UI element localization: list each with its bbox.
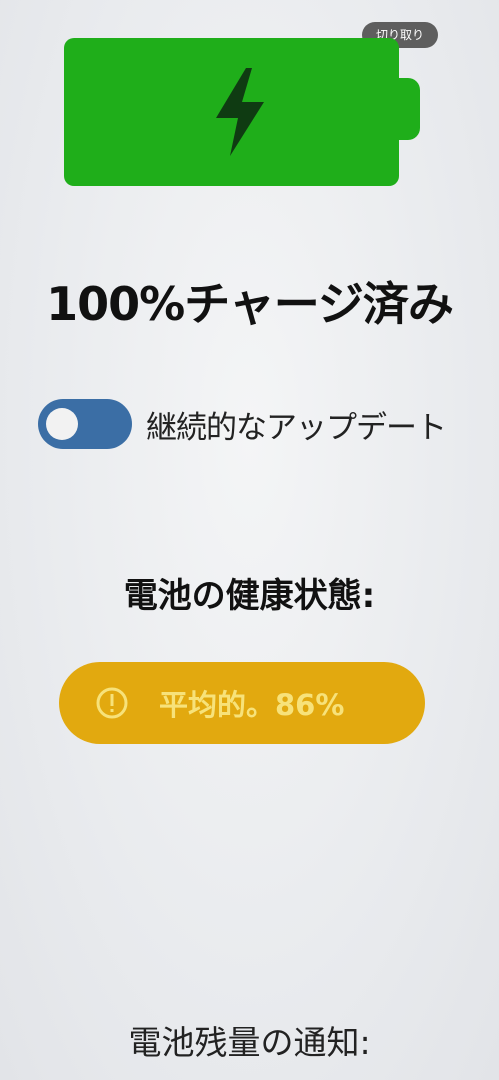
- charge-status: 100%チャージ済み: [46, 277, 454, 331]
- lightning-bolt-icon: [216, 68, 264, 156]
- alert-circle-icon: [96, 687, 128, 719]
- battery-notification-heading: 電池残量の通知:: [128, 1023, 371, 1062]
- continuous-updates-row[interactable]: 継続的なアップデート: [38, 398, 447, 450]
- toggle-knob: [46, 408, 78, 440]
- continuous-updates-label: 継続的なアップデート: [146, 409, 447, 446]
- battery-terminal: [398, 78, 420, 140]
- battery-settings-screen: 切り取り 100%チャージ済み 継続的なアップデート 電池の健康状態: 平均的。…: [0, 0, 499, 1080]
- battery-health-heading: 電池の健康状態:: [123, 576, 376, 616]
- continuous-updates-toggle[interactable]: [38, 399, 132, 449]
- battery-health-status: 平均的。86%: [159, 688, 345, 722]
- battery-health-badge: 平均的。86%: [59, 662, 425, 744]
